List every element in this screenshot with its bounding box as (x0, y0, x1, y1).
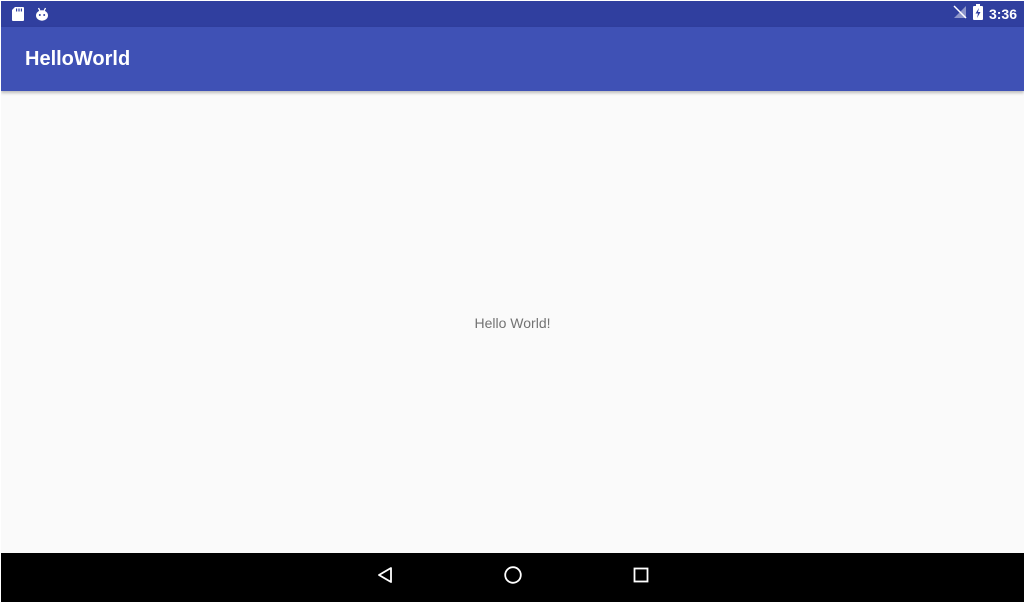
navigation-bar (1, 553, 1024, 602)
android-device-screen: 3:36 HelloWorld Hello World! (1, 1, 1024, 602)
no-signal-icon (953, 4, 967, 24)
main-content: Hello World! (1, 91, 1024, 553)
android-debug-icon (35, 7, 49, 26)
sd-card-icon (12, 7, 24, 26)
battery-charging-icon (972, 3, 983, 25)
home-button[interactable] (501, 565, 525, 589)
home-icon (503, 565, 523, 590)
app-title: HelloWorld (25, 48, 131, 70)
recents-icon (632, 566, 650, 589)
notification-icons (12, 7, 49, 26)
status-bar: 3:36 (1, 1, 1024, 27)
recents-button[interactable] (629, 565, 653, 589)
app-toolbar: HelloWorld (1, 27, 1024, 91)
system-status-icons: 3:36 (953, 3, 1017, 25)
back-icon (376, 566, 394, 589)
hello-world-text: Hello World! (474, 315, 551, 331)
back-button[interactable] (373, 565, 397, 589)
status-clock: 3:36 (988, 6, 1017, 22)
